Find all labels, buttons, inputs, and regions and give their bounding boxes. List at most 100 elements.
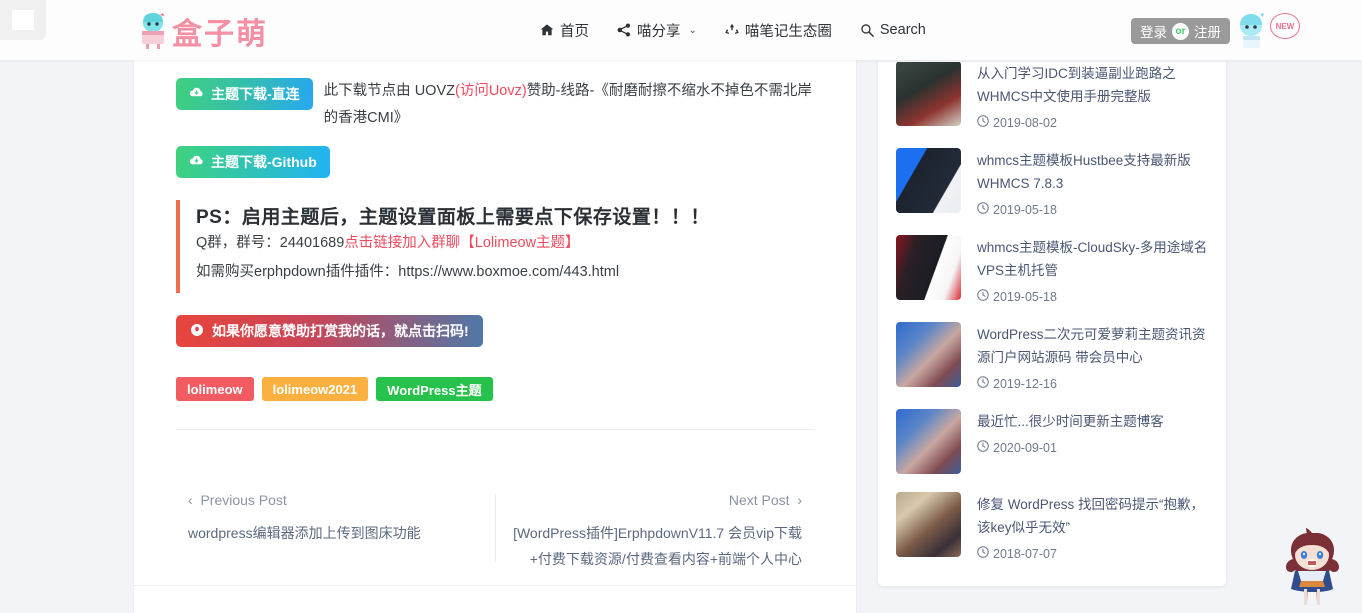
- login-label: 登录: [1140, 21, 1167, 41]
- register-label: 注册: [1194, 21, 1221, 41]
- nav-item-search-label: Search: [880, 22, 926, 38]
- list-item[interactable]: whmcs主题模板-CloudSky-多用途域名VPS主机托管 2019-05-…: [896, 226, 1208, 313]
- chevron-right-icon: ›: [797, 492, 802, 508]
- site-header: 盒子萌 首页 喵分享 ⌄ 喵笔记生态圈 Search 登录 or: [0, 0, 1362, 60]
- list-item-body: 从入门学习IDC到装逼副业跑路之WHMCS中文使用手册完整版 2019-08-0…: [977, 61, 1208, 130]
- chibi-character-mascot[interactable]: [1268, 527, 1356, 611]
- login-mascot-icon: [1235, 12, 1269, 50]
- previous-post: ‹ Previous Post wordpress编辑器添加上传到图床功能: [176, 492, 495, 572]
- site-logo[interactable]: 盒子萌: [136, 11, 268, 51]
- ps-title: PS：启用主题后，主题设置面板上需要点下保存设置！！！: [196, 202, 814, 229]
- list-item-date-text: 2019-05-18: [993, 290, 1057, 304]
- list-item-title[interactable]: 修复 WordPress 找回密码提示“抱歉，该key似乎无效”: [977, 493, 1208, 539]
- nav-item-ecosystem[interactable]: 喵笔记生态圈: [725, 20, 832, 41]
- chevron-down-icon: ⌄: [689, 25, 697, 36]
- list-item[interactable]: 修复 WordPress 找回密码提示“抱歉，该key似乎无效” 2018-07…: [896, 483, 1208, 570]
- cloud-download-icon: [189, 85, 204, 103]
- home-icon: [540, 23, 554, 37]
- list-item-date-text: 2019-05-18: [993, 203, 1057, 217]
- thumbnail: [896, 148, 961, 213]
- nav-item-home-label: 首页: [560, 20, 589, 41]
- tag-item[interactable]: lolimeow: [176, 377, 254, 401]
- thumbnail: [896, 61, 961, 126]
- left-gutter: [0, 60, 133, 613]
- next-post: Next Post › [WordPress插件]ErphpdownV11.7 …: [495, 492, 814, 572]
- list-item-body: WordPress二次元可爱萝莉主题资讯资源门户网站源码 带会员中心 2019-…: [977, 322, 1208, 391]
- clock-icon: [977, 202, 989, 217]
- donate-button[interactable]: 如果你愿意赞助打赏我的话，就点击扫码!: [176, 315, 483, 347]
- clock-icon: [977, 376, 989, 391]
- qq-group-link[interactable]: 点击链接加入群聊【Lolimeow主题】: [344, 235, 579, 251]
- list-item-title[interactable]: WordPress二次元可爱萝莉主题资讯资源门户网站源码 带会员中心: [977, 323, 1208, 369]
- list-item-date: 2019-05-18: [977, 202, 1208, 217]
- list-item-date: 2018-07-07: [977, 546, 1208, 561]
- next-post-label[interactable]: Next Post ›: [507, 492, 802, 508]
- clock-icon: [977, 115, 989, 130]
- ps-notice-block: PS：启用主题后，主题设置面板上需要点下保存设置！！！ Q群，群号：244016…: [176, 200, 814, 293]
- page-root: 主题下载-直连 此下载节点由 UOVZ(访问Uovz)赞助-线路-《耐磨耐擦不缩…: [0, 0, 1362, 613]
- thumbnail: [896, 409, 961, 474]
- plugin-purchase-line: 如需购买erphpdown插件插件：https://www.boxmoe.com…: [196, 258, 814, 287]
- content-divider: [176, 429, 814, 430]
- login-or-separator: or: [1172, 23, 1189, 40]
- new-badge: NEW: [1270, 13, 1300, 39]
- list-item-title[interactable]: whmcs主题模板-CloudSky-多用途域名VPS主机托管: [977, 236, 1208, 282]
- list-item-date: 2020-09-01: [977, 440, 1208, 455]
- donate-label: 如果你愿意赞助打赏我的话，就点击扫码!: [212, 321, 469, 341]
- recycle-icon: [725, 23, 739, 37]
- mascot-icon: [136, 12, 170, 50]
- site-logo-text: 盒子萌: [172, 9, 268, 53]
- cloud-download-icon: [189, 153, 204, 171]
- list-item-date: 2019-05-18: [977, 289, 1208, 304]
- list-item-date: 2019-08-02: [977, 115, 1208, 130]
- previous-post-label-text: Previous Post: [200, 492, 286, 508]
- tag-item[interactable]: WordPress主题: [376, 377, 492, 401]
- tag-list: lolimeow lolimeow2021 WordPress主题: [176, 377, 814, 401]
- thumbnail: [896, 322, 961, 387]
- list-item-title[interactable]: 从入门学习IDC到装逼副业跑路之WHMCS中文使用手册完整版: [977, 62, 1208, 108]
- uovz-link[interactable]: (访问Uovz): [455, 83, 527, 99]
- previous-post-title[interactable]: wordpress编辑器添加上传到图床功能: [188, 520, 483, 546]
- share-icon: [617, 23, 631, 37]
- clock-icon: [977, 440, 989, 455]
- nav-item-search[interactable]: Search: [860, 22, 926, 38]
- nav-item-home[interactable]: 首页: [540, 20, 589, 41]
- list-item[interactable]: 最近忙...很少时间更新主题博客 2020-09-01: [896, 400, 1208, 483]
- list-item-title[interactable]: whmcs主题模板Hustbee支持最新版WHMCS 7.8.3: [977, 149, 1208, 195]
- list-item-date-text: 2019-08-02: [993, 116, 1057, 130]
- list-item-body: whmcs主题模板Hustbee支持最新版WHMCS 7.8.3 2019-05…: [977, 148, 1208, 217]
- download-github-button[interactable]: 主题下载-Github: [176, 146, 330, 178]
- article-body: 主题下载-直连 此下载节点由 UOVZ(访问Uovz)赞助-线路-《耐磨耐擦不缩…: [134, 60, 856, 572]
- previous-post-label[interactable]: ‹ Previous Post: [188, 492, 483, 508]
- list-item-date: 2019-12-16: [977, 376, 1208, 391]
- list-item-body: 修复 WordPress 找回密码提示“抱歉，该key似乎无效” 2018-07…: [977, 492, 1208, 561]
- list-item-date-text: 2019-12-16: [993, 377, 1057, 391]
- next-post-title[interactable]: [WordPress插件]ErphpdownV11.7 会员vip下载+付费下载…: [507, 520, 802, 572]
- chevron-left-icon: ‹: [188, 492, 193, 508]
- qq-group-line: Q群，群号：24401689点击链接加入群聊【Lolimeow主题】: [196, 229, 814, 258]
- list-item[interactable]: 从入门学习IDC到装逼副业跑路之WHMCS中文使用手册完整版 2019-08-0…: [896, 52, 1208, 139]
- search-icon: [860, 23, 874, 37]
- download-github-row: 主题下载-Github: [176, 146, 814, 178]
- list-item-body: 最近忙...很少时间更新主题博客 2020-09-01: [977, 409, 1208, 474]
- corner-placeholder-icon: [0, 0, 46, 40]
- coin-icon: [190, 323, 204, 340]
- nav-item-share[interactable]: 喵分享 ⌄: [617, 20, 697, 41]
- next-post-label-text: Next Post: [729, 492, 790, 508]
- list-item[interactable]: whmcs主题模板Hustbee支持最新版WHMCS 7.8.3 2019-05…: [896, 139, 1208, 226]
- article-column: 主题下载-直连 此下载节点由 UOVZ(访问Uovz)赞助-线路-《耐磨耐擦不缩…: [133, 60, 857, 613]
- list-item-date-text: 2020-09-01: [993, 441, 1057, 455]
- thumbnail: [896, 492, 961, 557]
- login-register-button[interactable]: 登录 or 注册: [1131, 18, 1230, 44]
- list-item[interactable]: WordPress二次元可爱萝莉主题资讯资源门户网站源码 带会员中心 2019-…: [896, 313, 1208, 400]
- download-direct-button[interactable]: 主题下载-直连: [176, 78, 313, 110]
- list-item-date-text: 2018-07-07: [993, 547, 1057, 561]
- clock-icon: [977, 289, 989, 304]
- tag-label: lolimeow: [187, 382, 243, 397]
- list-item-title[interactable]: 最近忙...很少时间更新主题博客: [977, 410, 1208, 433]
- download-direct-row: 主题下载-直连 此下载节点由 UOVZ(访问Uovz)赞助-线路-《耐磨耐擦不缩…: [176, 78, 814, 132]
- download-note-pre: 此下载节点由 UOVZ: [324, 83, 455, 99]
- qq-group-text: Q群，群号：24401689: [196, 235, 344, 251]
- tag-item[interactable]: lolimeow2021: [262, 377, 369, 401]
- tag-label: lolimeow2021: [273, 382, 358, 397]
